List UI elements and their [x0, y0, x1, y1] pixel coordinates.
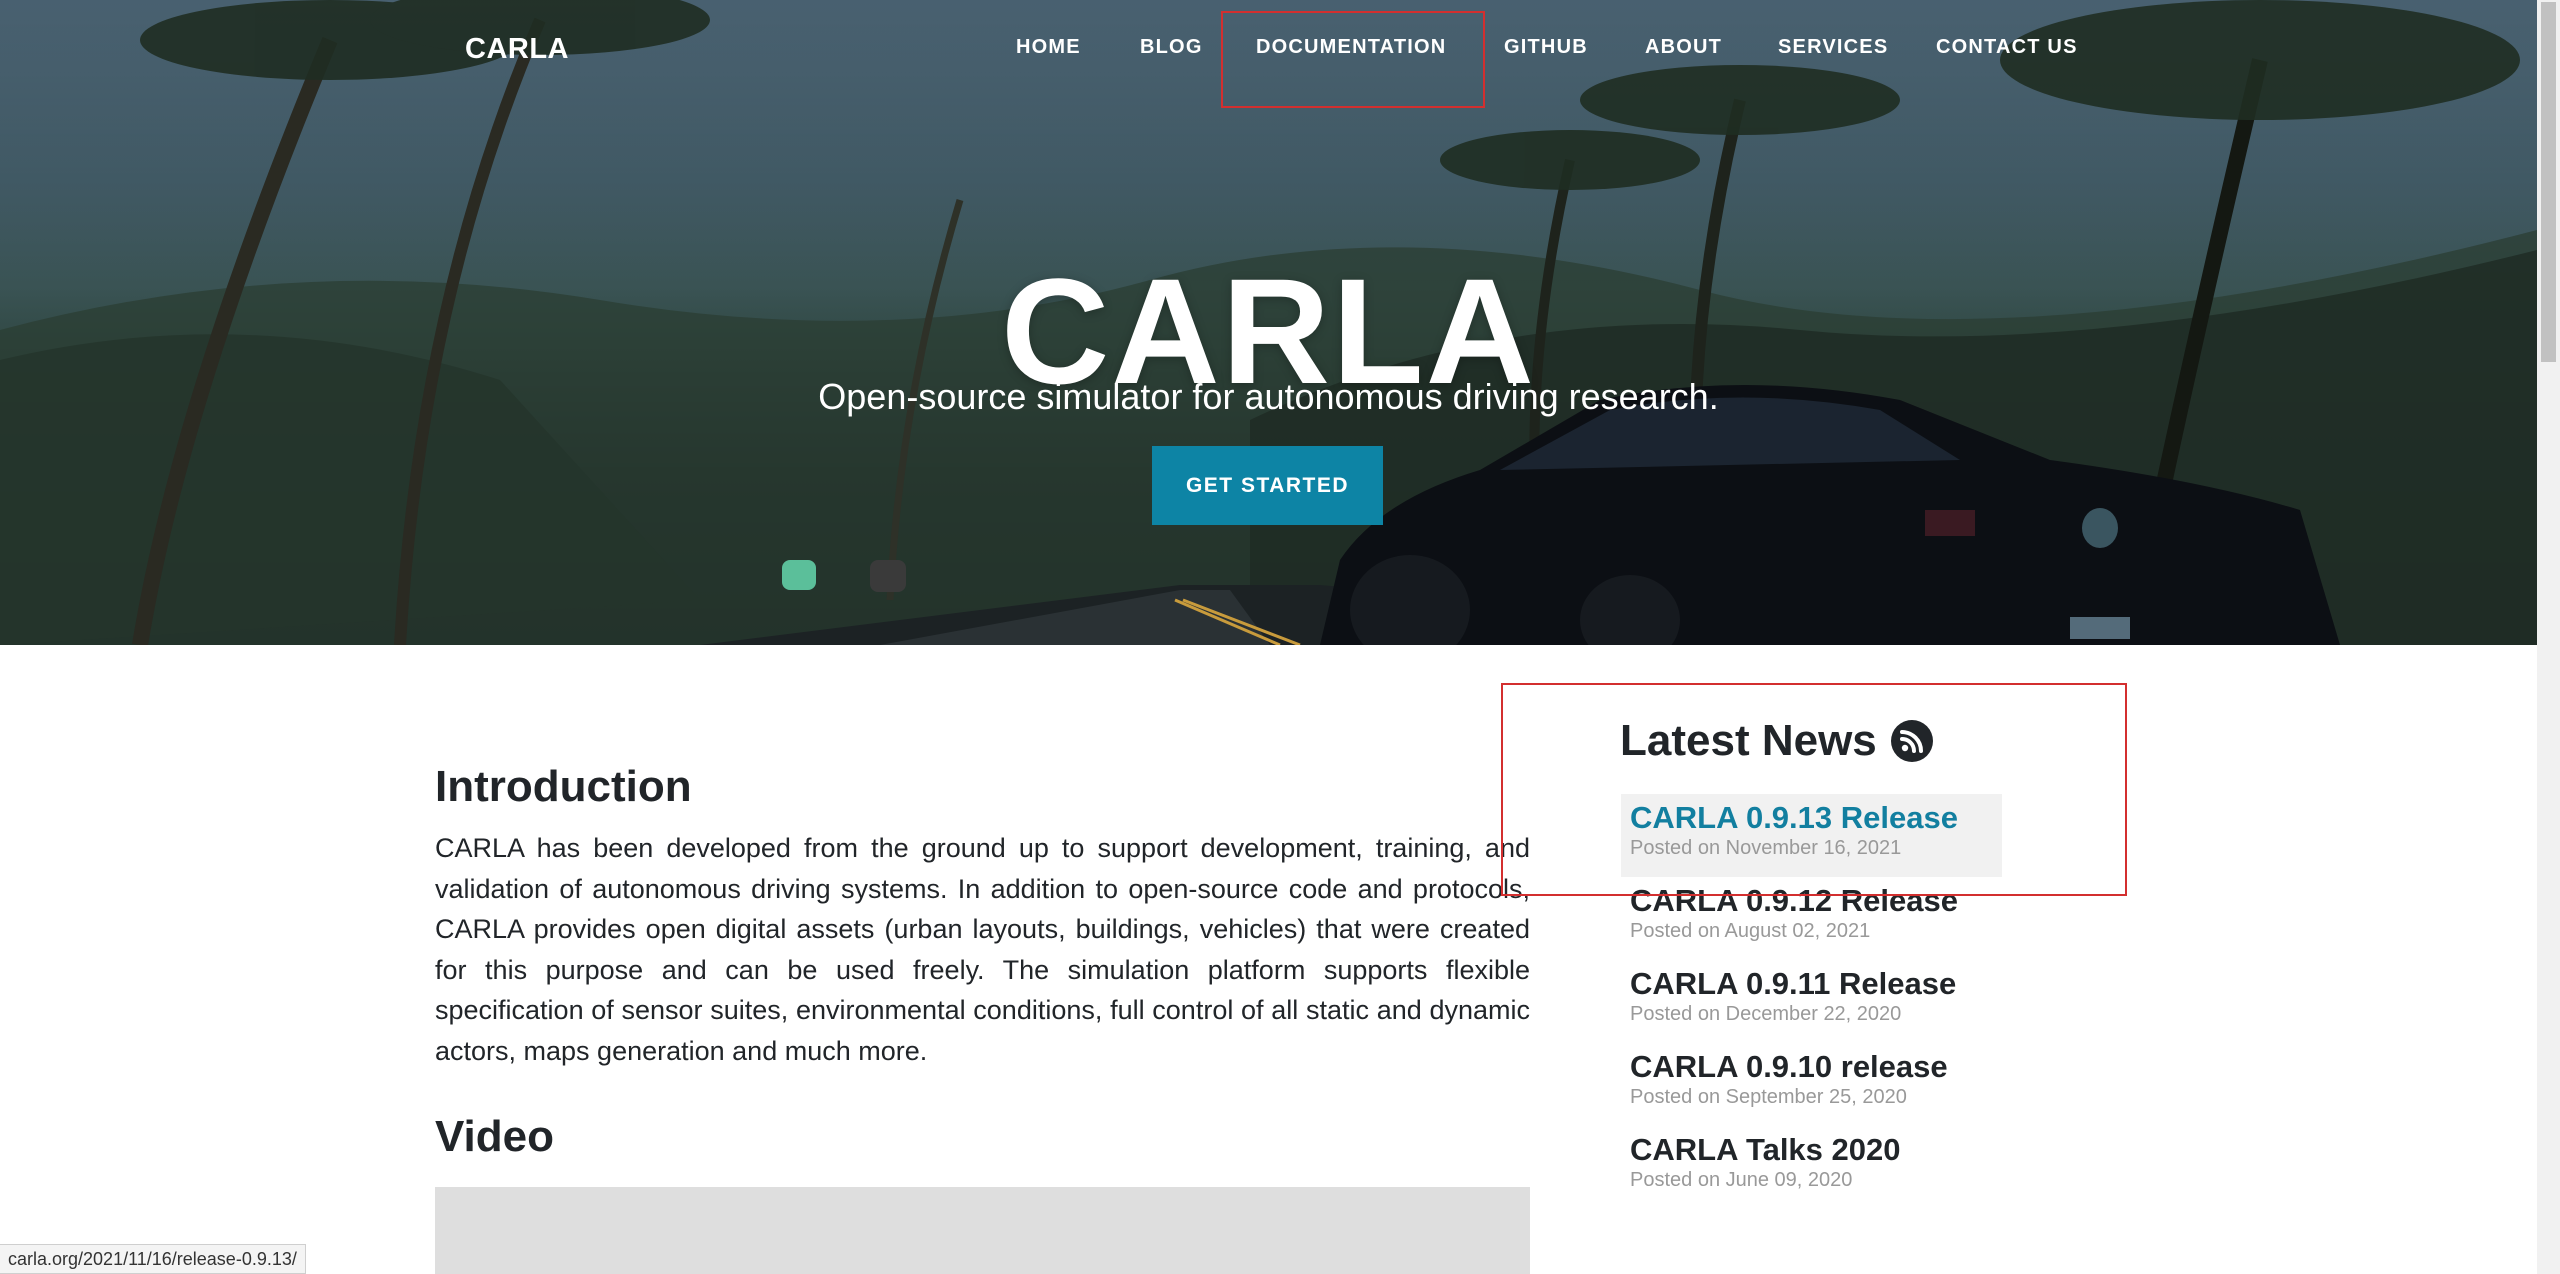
news-date: Posted on June 09, 2020: [1630, 1169, 1853, 1191]
news-item: CARLA Talks 2020 Posted on June 09, 2020: [1621, 1126, 2002, 1209]
hero-section: CARLA HOME BLOG DOCUMENTATION GITHUB ABO…: [0, 0, 2537, 645]
nav-github[interactable]: GITHUB: [1504, 36, 1588, 59]
news-link[interactable]: CARLA 0.9.10 release: [1630, 1043, 2002, 1085]
nav-home[interactable]: HOME: [1016, 36, 1081, 59]
scrollbar-thumb[interactable]: [2541, 2, 2556, 362]
nav-about[interactable]: ABOUT: [1645, 36, 1722, 59]
nav-blog[interactable]: BLOG: [1140, 36, 1203, 59]
news-item: CARLA 0.9.10 release Posted on September…: [1621, 1043, 2002, 1126]
status-bar-url: carla.org/2021/11/16/release-0.9.13/: [0, 1244, 306, 1274]
nav-contact-us[interactable]: CONTACT US: [1936, 36, 2078, 59]
news-date: Posted on August 02, 2021: [1630, 920, 1871, 942]
brand-logo[interactable]: CARLA: [465, 33, 569, 66]
documentation-highlight-box: [1221, 11, 1485, 108]
vertical-scrollbar[interactable]: [2537, 0, 2560, 1274]
intro-heading: Introduction: [435, 762, 692, 811]
intro-paragraph: CARLA has been developed from the ground…: [435, 833, 1530, 1066]
news-link[interactable]: CARLA Talks 2020: [1630, 1126, 2002, 1168]
news-item: CARLA 0.9.11 Release Posted on December …: [1621, 960, 2002, 1043]
hero-subtitle: Open-source simulator for autonomous dri…: [818, 376, 1719, 417]
news-link[interactable]: CARLA 0.9.11 Release: [1630, 960, 2002, 1002]
video-player[interactable]: [435, 1187, 1530, 1274]
get-started-button[interactable]: GET STARTED: [1152, 446, 1383, 525]
latest-news-highlight-box: [1501, 683, 2127, 896]
news-date: Posted on September 25, 2020: [1630, 1086, 1907, 1108]
news-date: Posted on December 22, 2020: [1630, 1003, 1902, 1025]
nav-services[interactable]: SERVICES: [1778, 36, 1888, 59]
video-heading: Video: [435, 1112, 555, 1161]
